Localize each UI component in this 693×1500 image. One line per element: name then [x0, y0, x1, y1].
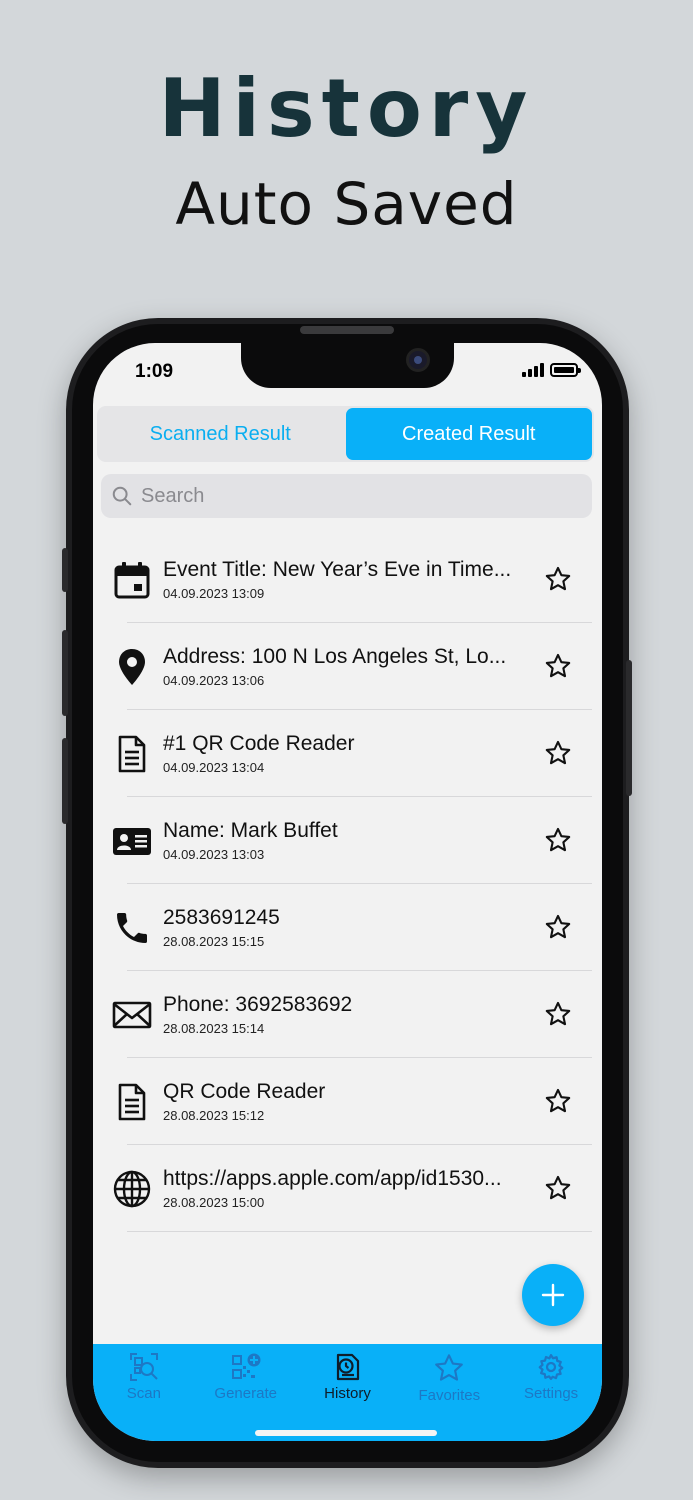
- list-item[interactable]: https://apps.apple.com/app/id1530... 28.…: [93, 1145, 602, 1232]
- result-type-segmented-control: Scanned Result Created Result: [97, 406, 594, 462]
- phone-icon: [110, 906, 154, 950]
- item-date: 04.09.2023 13:06: [163, 673, 265, 688]
- item-title: 2583691245: [163, 906, 280, 929]
- globe-icon: [110, 1167, 154, 1211]
- document-icon: [110, 732, 154, 776]
- tab-bar: Scan Generate History Favorites Settings: [93, 1344, 602, 1441]
- favorite-star-icon[interactable]: [544, 826, 572, 854]
- battery-icon: [550, 363, 581, 377]
- list-item[interactable]: QR Code Reader 28.08.2023 15:12: [93, 1058, 602, 1145]
- search-icon: [112, 486, 132, 506]
- favorite-star-icon[interactable]: [544, 652, 572, 680]
- item-title: Address: 100 N Los Angeles St, Lo...: [163, 645, 507, 668]
- plus-icon: [541, 1283, 565, 1307]
- list-item[interactable]: 2583691245 28.08.2023 15:15: [93, 884, 602, 971]
- item-date: 04.09.2023 13:04: [163, 760, 265, 775]
- front-camera: [406, 348, 430, 372]
- home-indicator: [255, 1430, 437, 1436]
- tab-label: Settings: [523, 1385, 579, 1402]
- document-icon: [110, 1080, 154, 1124]
- item-title: Event Title: New Year’s Eve in Time...: [163, 558, 512, 581]
- list-item[interactable]: Name: Mark Buffet 04.09.2023 13:03: [93, 797, 602, 884]
- favorite-star-icon[interactable]: [544, 1087, 572, 1115]
- tab-settings[interactable]: Settings: [500, 1344, 602, 1441]
- star-icon: [435, 1354, 464, 1381]
- search-bar[interactable]: Search: [101, 474, 592, 518]
- item-title: Name: Mark Buffet: [163, 819, 338, 842]
- calendar-icon: [110, 558, 154, 602]
- segment-scanned-result[interactable]: Scanned Result: [97, 406, 344, 462]
- tab-label: Favorites: [418, 1387, 481, 1404]
- item-date: 04.09.2023 13:03: [163, 847, 265, 862]
- promo-subline: Auto Saved: [175, 170, 518, 238]
- item-date: 28.08.2023 15:00: [163, 1195, 265, 1210]
- item-title: QR Code Reader: [163, 1080, 326, 1103]
- favorite-star-icon[interactable]: [544, 1174, 572, 1202]
- list-item[interactable]: Event Title: New Year’s Eve in Time... 0…: [93, 536, 602, 623]
- item-date: 28.08.2023 15:15: [163, 934, 265, 949]
- tab-generate[interactable]: Generate: [195, 1344, 297, 1441]
- item-date: 28.08.2023 15:14: [163, 1021, 265, 1036]
- item-title: #1 QR Code Reader: [163, 732, 355, 755]
- list-item[interactable]: Address: 100 N Los Angeles St, Lo... 04.…: [93, 623, 602, 710]
- earpiece-speaker: [300, 326, 394, 334]
- history-list: Event Title: New Year’s Eve in Time... 0…: [93, 536, 602, 1232]
- status-indicators: [522, 363, 581, 377]
- contact-card-icon: [110, 819, 154, 863]
- scan-icon: [129, 1353, 158, 1381]
- location-pin-icon: [110, 645, 154, 689]
- list-item[interactable]: Phone: 3692583692 28.08.2023 15:14: [93, 971, 602, 1058]
- favorite-star-icon[interactable]: [544, 739, 572, 767]
- mute-switch: [62, 548, 68, 592]
- tab-history[interactable]: History: [297, 1344, 399, 1441]
- search-placeholder: Search: [141, 484, 205, 507]
- volume-down-button: [62, 738, 68, 824]
- history-icon: [337, 1353, 360, 1381]
- item-date: 04.09.2023 13:09: [163, 586, 265, 601]
- tab-label: History: [324, 1385, 371, 1402]
- volume-up-button: [62, 630, 68, 716]
- tab-favorites[interactable]: Favorites: [398, 1344, 500, 1441]
- promo-headline: History: [158, 62, 535, 155]
- item-title: Phone: 3692583692: [163, 993, 353, 1016]
- favorite-star-icon[interactable]: [544, 1000, 572, 1028]
- tab-scan[interactable]: Scan: [93, 1344, 195, 1441]
- gear-icon: [538, 1354, 564, 1380]
- segment-created-result[interactable]: Created Result: [345, 408, 592, 460]
- favorite-star-icon[interactable]: [544, 913, 572, 941]
- power-button: [626, 660, 632, 796]
- tab-label: Scan: [126, 1385, 161, 1402]
- envelope-icon: [110, 993, 154, 1037]
- item-title: https://apps.apple.com/app/id1530...: [163, 1167, 502, 1190]
- favorite-star-icon[interactable]: [544, 565, 572, 593]
- qr-generate-icon: [231, 1353, 261, 1379]
- app-screen: 1:09 Scanned Result Created Result Searc…: [93, 343, 602, 1441]
- notch: [241, 343, 454, 388]
- list-item[interactable]: #1 QR Code Reader 04.09.2023 13:04: [93, 710, 602, 797]
- item-date: 28.08.2023 15:12: [163, 1108, 265, 1123]
- status-time: 1:09: [135, 361, 174, 382]
- cellular-signal-icon: [522, 363, 544, 377]
- add-button[interactable]: [522, 1264, 584, 1326]
- tab-label: Generate: [214, 1385, 277, 1402]
